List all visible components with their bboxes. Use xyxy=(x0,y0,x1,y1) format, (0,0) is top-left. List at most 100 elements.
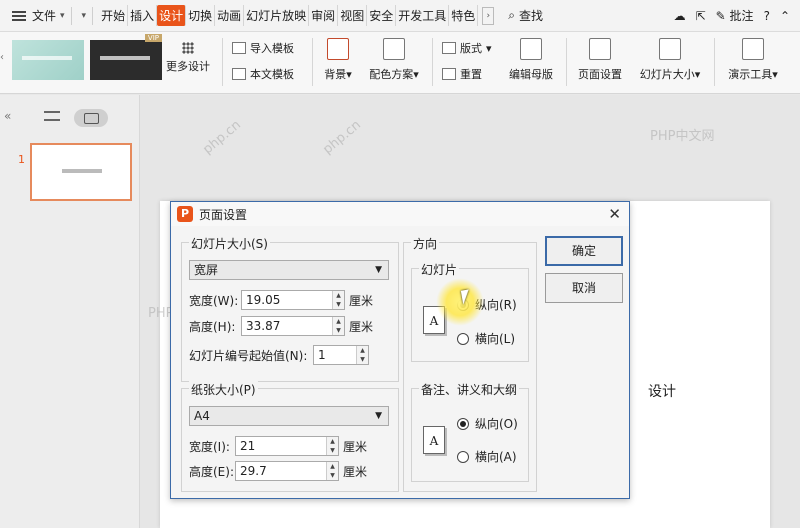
slide-text[interactable]: 设计 xyxy=(648,381,676,401)
width-value: 19.05 xyxy=(246,293,281,307)
collapse-ribbon-icon[interactable]: ⌃ xyxy=(780,9,790,23)
chevron-down-icon[interactable]: ▾ xyxy=(60,11,65,21)
reset-label: 重置 xyxy=(460,68,482,81)
tab-animations[interactable]: 动画 xyxy=(215,5,245,26)
portrait-page-icon: A xyxy=(423,426,445,454)
paper-width-value: 21 xyxy=(240,439,256,453)
height-spinner[interactable]: ▲ ▼ xyxy=(332,317,344,335)
tab-review[interactable]: 审阅 xyxy=(309,5,339,26)
edit-master-button[interactable]: 编辑母版 xyxy=(504,38,558,82)
radio-unselected-icon xyxy=(457,450,469,463)
cursor-highlight xyxy=(436,278,484,326)
start-number-input[interactable]: 1 ▲ ▼ xyxy=(313,345,369,365)
paper-height-value: 29.7 xyxy=(240,464,267,478)
paper-height-spinner[interactable]: ▲ ▼ xyxy=(326,462,338,480)
tab-transitions[interactable]: 切换 xyxy=(186,5,216,26)
more-design-button[interactable]: 更多设计 xyxy=(160,42,216,74)
hamburger-icon[interactable] xyxy=(12,10,26,21)
import-template-button[interactable]: 导入模板 xyxy=(232,40,294,56)
scroll-left-icon[interactable]: ‹ xyxy=(0,52,4,63)
orientation-group-label: 方向 xyxy=(411,235,440,252)
tab-security[interactable]: 安全 xyxy=(367,5,397,26)
tab-slideshow[interactable]: 幻灯片放映 xyxy=(244,5,310,26)
chevron-down-icon: ▾ xyxy=(413,68,419,81)
reset-icon xyxy=(442,68,456,80)
paper-width-input[interactable]: 21 ▲ ▼ xyxy=(235,436,339,456)
color-scheme-icon xyxy=(383,38,405,60)
slide-thumbnail[interactable] xyxy=(30,143,132,201)
notes-portrait-radio[interactable]: 纵向(O) xyxy=(457,415,518,432)
paper-width-row: 宽度(I): 21 ▲ ▼ 厘米 xyxy=(189,436,367,456)
background-icon xyxy=(327,38,349,60)
paper-height-input[interactable]: 29.7 ▲ ▼ xyxy=(235,461,339,481)
chevron-down-icon: ▾ xyxy=(346,68,352,81)
slide-size-select[interactable]: 宽屏 ▼ xyxy=(189,260,389,280)
chevron-down-icon: ▾ xyxy=(694,68,701,81)
collapse-panel-icon[interactable]: « xyxy=(4,109,11,123)
start-number-label: 幻灯片编号起始值(N): xyxy=(189,348,308,363)
reset-button[interactable]: 重置 xyxy=(442,66,482,82)
divider xyxy=(92,6,94,25)
quick-access-chevron-icon[interactable]: ▾ xyxy=(82,11,87,21)
share-icon[interactable]: ⇱ xyxy=(696,9,706,23)
height-input[interactable]: 33.87 ▲ ▼ xyxy=(241,316,345,336)
outline-view-icon[interactable] xyxy=(44,111,60,121)
chevron-down-icon: ▾ xyxy=(486,41,492,55)
width-spinner[interactable]: ▲ ▼ xyxy=(332,291,344,309)
dropdown-arrow-icon: ▼ xyxy=(375,265,382,275)
tab-insert[interactable]: 插入 xyxy=(128,5,158,26)
tab-developer[interactable]: 开发工具 xyxy=(396,5,450,26)
page-setup-button[interactable]: 页面设置 xyxy=(574,38,626,82)
cloud-sync-icon[interactable]: ☁ xyxy=(674,9,686,23)
paper-height-row: 高度(E): 29.7 ▲ ▼ 厘米 xyxy=(189,461,367,481)
background-label: 背景 xyxy=(324,68,347,81)
tab-home[interactable]: 开始 xyxy=(99,5,129,26)
paper-size-value: A4 xyxy=(194,409,210,423)
radio-unselected-icon xyxy=(457,332,469,345)
file-menu[interactable]: 文件 xyxy=(32,7,56,24)
start-number-spinner[interactable]: ▲ ▼ xyxy=(356,346,368,364)
background-button[interactable]: 背景▾ xyxy=(320,38,356,82)
paper-size-select[interactable]: A4 ▼ xyxy=(189,406,389,426)
help-icon[interactable]: ? xyxy=(764,9,770,23)
slide-size-button[interactable]: 幻灯片大小▾ xyxy=(634,38,706,82)
template-thumb[interactable] xyxy=(12,40,84,80)
tab-design[interactable]: 设计 xyxy=(157,5,187,26)
slide-size-label: 幻灯片大小 xyxy=(639,68,695,81)
cancel-button[interactable]: 取消 xyxy=(545,273,623,303)
menu-bar: 文件 ▾ ▾ 开始 插入 设计 切换 动画 幻灯片放映 审阅 视图 安全 开发工… xyxy=(0,0,800,32)
layout-button[interactable]: 版式 ▾ xyxy=(442,40,492,56)
dialog-titlebar[interactable]: P 页面设置 ✕ xyxy=(171,202,629,226)
comment-button[interactable]: ✎ 批注 xyxy=(716,7,754,24)
text-template-button[interactable]: 本文模板 xyxy=(232,66,294,82)
height-unit: 厘米 xyxy=(349,319,374,334)
width-input[interactable]: 19.05 ▲ ▼ xyxy=(241,290,345,310)
color-scheme-button[interactable]: 配色方案▾ xyxy=(364,38,424,82)
slide-view-toggle[interactable] xyxy=(74,109,108,127)
menubar-right: ☁ ⇱ ✎ 批注 ? ⌃ xyxy=(674,7,800,24)
divider xyxy=(432,38,433,86)
radio-selected-icon xyxy=(457,417,469,430)
comment-label: 批注 xyxy=(729,9,754,23)
close-icon[interactable]: ✕ xyxy=(608,205,621,223)
search-icon: ⌕ xyxy=(508,8,515,22)
presentation-tools-button[interactable]: 演示工具▾ xyxy=(722,38,784,82)
template-title-bar xyxy=(100,56,150,60)
more-tabs-arrow-icon[interactable]: › xyxy=(482,6,495,25)
layout-icon xyxy=(442,42,456,54)
template-thumb-vip[interactable]: VIP xyxy=(90,34,162,80)
tab-features[interactable]: 特色 xyxy=(449,5,479,26)
divider xyxy=(714,38,715,86)
start-number-row: 幻灯片编号起始值(N): 1 ▲ ▼ xyxy=(189,345,369,365)
chevron-down-icon: ▾ xyxy=(772,68,778,81)
page-setup-label: 页面设置 xyxy=(578,68,622,81)
slides-landscape-radio[interactable]: 横向(L) xyxy=(457,330,515,347)
tab-view[interactable]: 视图 xyxy=(338,5,368,26)
paper-width-spinner[interactable]: ▲ ▼ xyxy=(326,437,338,455)
notes-landscape-radio[interactable]: 横向(A) xyxy=(457,448,517,465)
notes-orientation-label: 备注、讲义和大纲 xyxy=(419,381,520,398)
paper-height-label: 高度(E): xyxy=(189,464,234,479)
page-setup-dialog: P 页面设置 ✕ 幻灯片大小(S) 宽屏 ▼ 宽度(W): 19.05 ▲ ▼ 厘… xyxy=(170,201,630,499)
search-button[interactable]: ⌕ 查找 xyxy=(508,7,543,24)
ok-button[interactable]: 确定 xyxy=(545,236,623,266)
